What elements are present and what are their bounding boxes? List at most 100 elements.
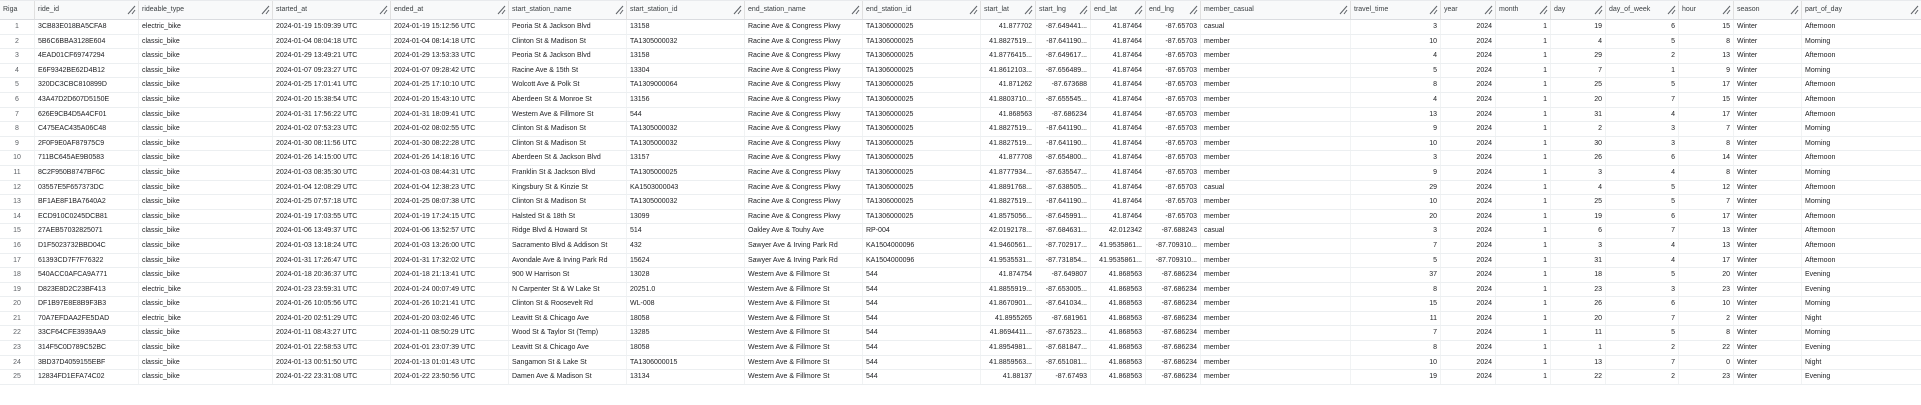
table-cell: 3 <box>1551 165 1606 180</box>
table-cell: 2024-01-31 17:56:22 UTC <box>273 107 391 122</box>
column-header[interactable]: end_lat <box>1091 1 1146 19</box>
column-header[interactable]: start_lat <box>981 1 1036 19</box>
table-cell: 9 <box>1351 165 1441 180</box>
column-menu-icon[interactable] <box>379 5 388 15</box>
table-row[interactable]: 20 DF1B97E8E8B9F3B3 classic_bike 2024-01-26… <box>0 297 1921 312</box>
table-cell: 3CB83E018BA5CFA8 <box>35 20 139 34</box>
table-cell: Winter <box>1734 326 1802 341</box>
column-menu-icon[interactable] <box>1790 5 1799 15</box>
table-row[interactable]: 12 03557E5F657373DC classic_bike 2024-01-04… <box>0 180 1921 196</box>
column-menu-icon[interactable] <box>1484 5 1493 15</box>
column-header[interactable]: started_at <box>273 1 391 19</box>
column-header[interactable]: start_lng <box>1036 1 1091 19</box>
column-header[interactable]: day_of_week <box>1606 1 1679 19</box>
column-menu-icon[interactable] <box>1594 5 1603 15</box>
table-row[interactable]: 11 8C2F950B8747BF6C classic_bike 2024-01-03… <box>0 165 1921 181</box>
column-menu-icon[interactable] <box>497 5 506 15</box>
table-row[interactable]: 23 314F5C0D789C52BC classic_bike 2024-01-01… <box>0 341 1921 356</box>
table-cell: -87.686234 <box>1146 268 1201 282</box>
table-cell: Racine Ave & Congress Pkwy <box>745 34 863 49</box>
table-row[interactable]: 18 540ACC0AFCA9A771 classic_bike 2024-01-18… <box>0 268 1921 283</box>
column-header[interactable]: Riga <box>0 1 35 19</box>
table-cell: 23 <box>1551 282 1606 297</box>
table-cell: 2024 <box>1441 63 1496 78</box>
row-index: 6 <box>0 92 35 107</box>
table-row[interactable]: 25 12834FD1EFA74C02 classic_bike 2024-01-22… <box>0 370 1921 385</box>
table-row[interactable]: 13 BF1AE8F1BA7640A2 classic_bike 2024-01-25… <box>0 195 1921 210</box>
column-header[interactable]: season <box>1734 1 1802 19</box>
table-row[interactable]: 4 E6F9342BE62D4B12 classic_bike 2024-01-07 … <box>0 63 1921 79</box>
column-menu-icon[interactable] <box>1429 5 1438 15</box>
column-menu-icon[interactable] <box>851 5 860 15</box>
table-cell: 2024 <box>1441 136 1496 151</box>
column-menu-icon[interactable] <box>1134 5 1143 15</box>
column-header[interactable]: month <box>1496 1 1551 19</box>
column-header[interactable]: ride_id <box>35 1 139 19</box>
column-header[interactable]: end_station_id <box>863 1 981 19</box>
table-row[interactable]: 9 2F0F9E0AF87975C9 classic_bike 2024-01-30 … <box>0 136 1921 152</box>
table-cell: -87.65703 <box>1146 63 1201 78</box>
column-header[interactable]: rideable_type <box>139 1 273 19</box>
column-header[interactable]: end_station_name <box>745 1 863 19</box>
table-row[interactable]: 8 C475EAC435A06C48 classic_bike 2024-01-02 … <box>0 122 1921 137</box>
column-menu-icon[interactable] <box>1667 5 1676 15</box>
table-cell: 13 <box>1679 238 1734 253</box>
column-menu-icon[interactable] <box>261 5 270 15</box>
table-cell: -87.65703 <box>1146 165 1201 180</box>
column-header[interactable]: part_of_day <box>1802 1 1921 19</box>
table-row[interactable]: 10 711BC645AE9B0583 classic_bike 2024-01-26… <box>0 151 1921 166</box>
table-cell: 7 <box>1606 224 1679 238</box>
column-menu-icon[interactable] <box>969 5 978 15</box>
table-row[interactable]: 17 61393CD7F7F76322 classic_bike 2024-01-31… <box>0 253 1921 269</box>
table-row[interactable]: 6 43A47D2D607D5150E classic_bike 2024-01-20… <box>0 92 1921 108</box>
column-header[interactable]: start_station_id <box>627 1 745 19</box>
column-menu-icon[interactable] <box>1079 5 1088 15</box>
table-row[interactable]: 21 70A7EFDAA2FE5DAD electric_bike 2024-01-2… <box>0 311 1921 327</box>
table-cell: -87.65703 <box>1146 136 1201 151</box>
column-header[interactable]: travel_time <box>1351 1 1441 19</box>
column-menu-icon[interactable] <box>1339 5 1348 15</box>
column-header[interactable]: start_station_name <box>509 1 627 19</box>
column-menu-icon[interactable] <box>733 5 742 15</box>
table-cell: 03557E5F657373DC <box>35 180 139 195</box>
table-row[interactable]: 15 27AEB57032825071 classic_bike 2024-01-06… <box>0 224 1921 239</box>
column-header[interactable]: hour <box>1679 1 1734 19</box>
table-cell: 3 <box>1606 122 1679 136</box>
column-header[interactable]: end_lng <box>1146 1 1201 19</box>
row-index: 19 <box>0 282 35 297</box>
table-row[interactable]: 14 ECD910C0245DCB81 classic_bike 2024-01-19… <box>0 209 1921 225</box>
table-cell: Wolcott Ave & Polk St <box>509 78 627 92</box>
table-row[interactable]: 3 4EAD01CF69747294 classic_bike 2024-01-29 … <box>0 49 1921 64</box>
table-cell: -87.655545... <box>1036 92 1091 107</box>
table-cell: 1 <box>1496 282 1551 297</box>
table-row[interactable]: 16 D1F5023732BBD04C classic_bike 2024-01-03… <box>0 238 1921 254</box>
column-menu-icon[interactable] <box>1189 5 1198 15</box>
table-row[interactable]: 7 626E9CB4D5A4CF01 classic_bike 2024-01-31 … <box>0 107 1921 123</box>
table-row[interactable]: 2 5B6C6BBA3128E604 classic_bike 2024-01-04 … <box>0 34 1921 50</box>
column-header[interactable]: member_casual <box>1201 1 1351 19</box>
table-cell: 43A47D2D607D5150E <box>35 92 139 107</box>
table-row[interactable]: 19 D823E8D2C23BF413 electric_bike 2024-01-2… <box>0 282 1921 298</box>
table-cell: 14 <box>1679 151 1734 165</box>
table-cell: 8C2F950B8747BF6C <box>35 165 139 180</box>
table-cell: Sawyer Ave & Irving Park Rd <box>745 253 863 268</box>
column-menu-icon[interactable] <box>127 5 136 15</box>
column-menu-icon[interactable] <box>1024 5 1033 15</box>
column-header[interactable]: year <box>1441 1 1496 19</box>
column-menu-icon[interactable] <box>1910 5 1919 15</box>
table-cell: Western Ave & Fillmore St <box>745 282 863 297</box>
table-cell: 2024-01-20 02:51:29 UTC <box>273 311 391 326</box>
table-cell: Clinton St & Roosevelt Rd <box>509 297 627 311</box>
column-header[interactable]: ended_at <box>391 1 509 19</box>
table-cell: Winter <box>1734 238 1802 253</box>
table-row[interactable]: 24 3BD37D4059155EBF classic_bike 2024-01-13… <box>0 355 1921 371</box>
column-header[interactable]: day <box>1551 1 1606 19</box>
column-menu-icon[interactable] <box>1722 5 1731 15</box>
table-cell: Clinton St & Madison St <box>509 122 627 136</box>
table-row[interactable]: 1 3CB83E018BA5CFA8 electric_bike 2024-01-19… <box>0 20 1921 35</box>
table-row[interactable]: 5 320DC3CBC810899D classic_bike 2024-01-25 … <box>0 78 1921 93</box>
table-cell: Winter <box>1734 34 1802 49</box>
table-row[interactable]: 22 33CF64CFE3939AA9 classic_bike 2024-01-11… <box>0 326 1921 342</box>
column-menu-icon[interactable] <box>615 5 624 15</box>
column-menu-icon[interactable] <box>1539 5 1548 15</box>
